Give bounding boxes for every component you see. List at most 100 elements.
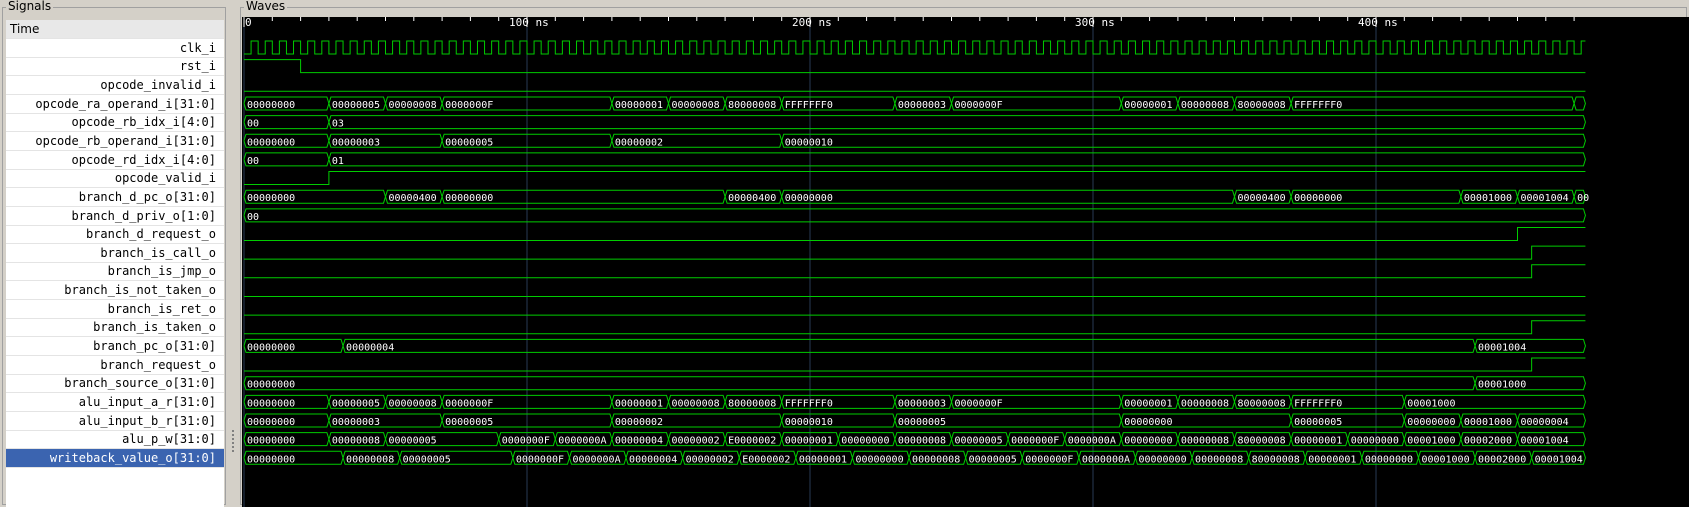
- bus-value-label: 0000000F: [955, 398, 1003, 409]
- signal-row-label: opcode_rb_idx_i[4:0]: [71, 115, 217, 130]
- bus-value-label: 00000002: [672, 436, 720, 447]
- bus-value-label: 00000000: [247, 380, 295, 391]
- signal-row[interactable]: alu_input_b_r[31:0]: [6, 412, 224, 431]
- bus-value-label: 0000000F: [516, 454, 564, 465]
- bus-value-label: 00000000: [247, 342, 295, 353]
- bus-value-label: 00: [247, 212, 259, 223]
- bus-value-label: 00001000: [1464, 193, 1512, 204]
- panel-splitter[interactable]: [229, 20, 237, 507]
- signal-row[interactable]: opcode_rb_idx_i[4:0]: [6, 113, 224, 133]
- time-tick-label: 100 ns: [509, 17, 549, 29]
- bus-value-label: 00000000: [247, 100, 295, 111]
- bus-value-label: FFFFFFF0: [1294, 398, 1342, 409]
- bus-value-label: 00000000: [1407, 417, 1455, 428]
- signal-row-label: alu_p_w[31:0]: [122, 432, 216, 447]
- bus-value-label: 00000003: [898, 100, 946, 111]
- bus-value-label: 00000001: [1124, 100, 1172, 111]
- signal-row[interactable]: branch_request_o: [6, 356, 224, 375]
- signal-row[interactable]: branch_is_jmp_o: [6, 262, 224, 282]
- signal-row[interactable]: branch_is_call_o: [6, 244, 224, 263]
- signal-row[interactable]: opcode_rb_operand_i[31:0]: [6, 132, 224, 151]
- bus-value-label: 00000004: [1521, 417, 1569, 428]
- signal-row[interactable]: branch_source_o[31:0]: [6, 374, 224, 394]
- bus-value-label: 00000010: [785, 417, 833, 428]
- bus-value-label: 00000008: [1195, 454, 1243, 465]
- time-tick-label: 400 ns: [1358, 17, 1398, 29]
- bus-value-label: 00000001: [785, 436, 833, 447]
- signal-row[interactable]: alu_input_a_r[31:0]: [6, 393, 224, 412]
- signal-row[interactable]: rst_i: [6, 57, 224, 77]
- bus-value-label: 0000000F: [1025, 454, 1073, 465]
- bus-value-label: 0000000F: [955, 100, 1003, 111]
- bus-value-label: 0000000A: [558, 436, 606, 447]
- wave-viewer[interactable]: 0 100 ns 200 ns 300 ns 400 ns 00000000 0000000…: [242, 17, 1689, 507]
- signal-row-label: opcode_ra_operand_i[31:0]: [35, 96, 216, 111]
- signal-row[interactable]: opcode_ra_operand_i[31:0]: [6, 95, 224, 114]
- bus-value-label: 00000003: [898, 398, 946, 409]
- signal-row-label: writeback_value_o[31:0]: [49, 450, 216, 465]
- bus-value-label: 00001000: [1478, 380, 1526, 391]
- bus-value-label: 0000000F: [445, 398, 493, 409]
- bus-value-label: 80000008: [1252, 454, 1300, 465]
- signal-row[interactable]: branch_d_pc_o[31:0]: [6, 188, 224, 207]
- bus-value-label: 00000000: [247, 436, 295, 447]
- bus-value-label: 00000002: [686, 454, 734, 465]
- splitter-grip-dot: [232, 430, 234, 432]
- signal-row[interactable]: branch_d_priv_o[1:0]: [6, 207, 224, 226]
- signal-row-label: rst_i: [179, 59, 216, 74]
- bus-value-label: 00001000: [1407, 436, 1455, 447]
- bus-value-label: 00000008: [389, 398, 437, 409]
- bus-value-label: 00002000: [1464, 436, 1512, 447]
- splitter-grip-dot: [232, 442, 234, 444]
- bus-value-label: E0000002: [742, 454, 790, 465]
- bus-value-label: 00000005: [445, 137, 493, 148]
- bus-value-label: 00002000: [1478, 454, 1526, 465]
- bus-value-label: 00000001: [1294, 436, 1342, 447]
- bus-value-label: 00000008: [672, 398, 720, 409]
- bus-value-label: 00000400: [728, 193, 776, 204]
- signal-row-label: branch_is_not_taken_o: [64, 283, 216, 298]
- bus-value-label: 00000001: [615, 100, 663, 111]
- signal-row[interactable]: branch_is_ret_o: [6, 300, 224, 319]
- bus-value-label: FFFFFFF0: [785, 398, 833, 409]
- splitter-grip-dot: [232, 434, 234, 436]
- bus-value-label: 00000000: [247, 193, 295, 204]
- signal-row[interactable]: branch_d_request_o: [6, 225, 224, 245]
- bus-value-label: 00000008: [672, 100, 720, 111]
- wave-canvas[interactable]: 0 100 ns 200 ns 300 ns 400 ns00000000 0000000…: [242, 17, 1689, 507]
- signal-row-label: branch_source_o[31:0]: [64, 376, 216, 391]
- bus-value-label: 0000000F: [1011, 436, 1059, 447]
- signal-list[interactable]: Time clk_i rst_i opcode_invalid_i opcode_ra_…: [6, 20, 224, 507]
- bus-value-label: 00000000: [247, 398, 295, 409]
- signal-row[interactable]: branch_is_taken_o: [6, 318, 224, 338]
- bus-value-label: 00000008: [346, 454, 394, 465]
- bus-value-label: 0000000F: [502, 436, 550, 447]
- signal-row-label: opcode_rd_idx_i[4:0]: [71, 152, 217, 167]
- signal-row[interactable]: branch_is_not_taken_o: [6, 281, 224, 301]
- signal-row[interactable]: clk_i: [6, 39, 224, 58]
- bus-value-label: 00000003: [332, 137, 380, 148]
- bus-value-label: 00000008: [1181, 436, 1229, 447]
- time-tick-label: 300 ns: [1075, 17, 1115, 29]
- time-column-header[interactable]: Time: [6, 20, 224, 39]
- signal-row[interactable]: opcode_rd_idx_i[4:0]: [6, 151, 224, 170]
- bus-value-label: 80000008: [1238, 100, 1286, 111]
- signal-row[interactable]: opcode_valid_i: [6, 169, 224, 189]
- time-tick-label: 200 ns: [792, 17, 832, 29]
- bus-value-label: 00000005: [332, 100, 380, 111]
- signal-row[interactable]: opcode_invalid_i: [6, 76, 224, 95]
- signal-row[interactable]: alu_p_w[31:0]: [6, 430, 224, 450]
- bus-value-label: 00000000: [1365, 454, 1413, 465]
- bus-value-label: 00000000: [785, 193, 833, 204]
- signal-row[interactable]: writeback_value_o[31:0]: [6, 448, 224, 468]
- signal-row[interactable]: branch_pc_o[31:0]: [6, 337, 224, 357]
- bus-value-label: 00000005: [332, 398, 380, 409]
- bus-value-label: 00000000: [841, 436, 889, 447]
- bus-value-label: 00: [247, 156, 259, 167]
- signal-row-label: branch_d_pc_o[31:0]: [78, 189, 216, 204]
- bus-value-label: 00000001: [799, 454, 847, 465]
- signal-row-label: branch_is_call_o: [100, 245, 216, 260]
- bus-value-label: 80000008: [1238, 436, 1286, 447]
- bus-value-label: 00000000: [445, 193, 493, 204]
- bus-value-label: 00001004: [1535, 454, 1583, 465]
